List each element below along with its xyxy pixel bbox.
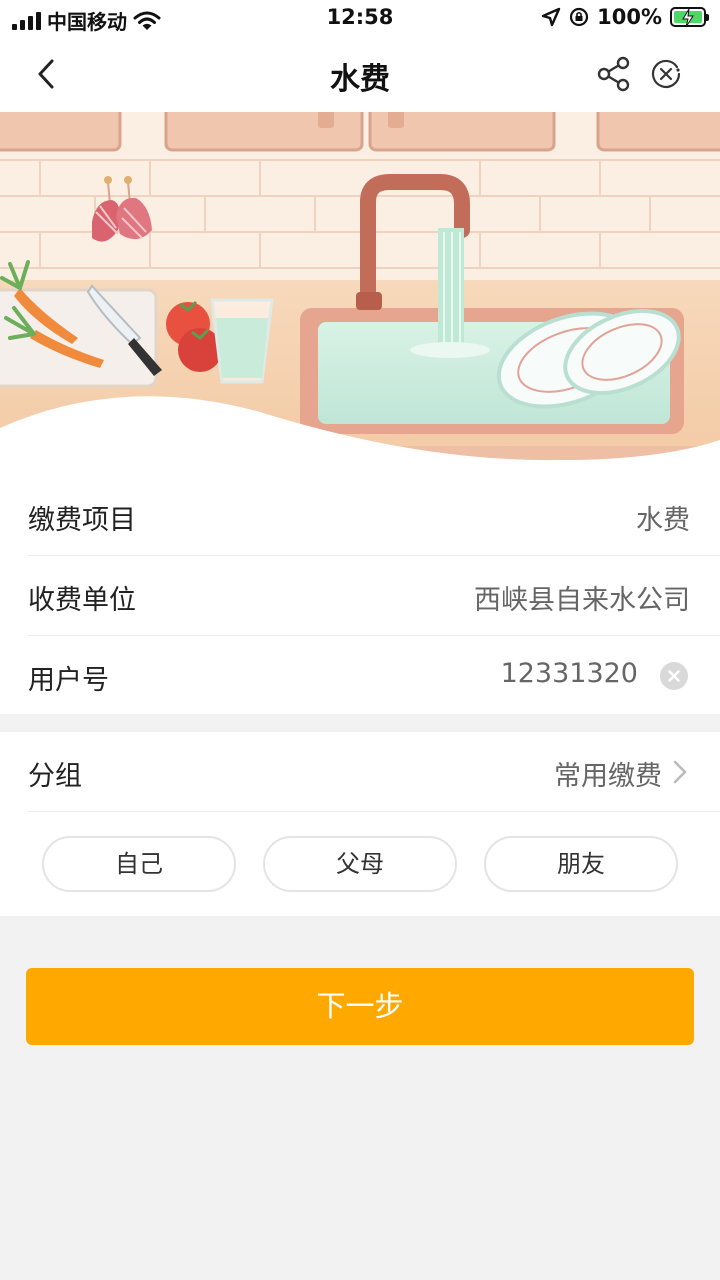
payment-info-card: 缴费项目 水费 收费单位 西峡县自来水公司 用户号 12331320: [0, 476, 720, 714]
group-chips: 自己 父母 朋友: [42, 836, 678, 892]
group-value: 常用缴费: [554, 761, 662, 792]
carrier-name: 中国移动: [47, 10, 127, 34]
account-number-input[interactable]: 12331320: [501, 658, 638, 689]
chip-friends[interactable]: 朋友: [484, 836, 678, 892]
payee-value: 西峡县自来水公司: [474, 585, 690, 616]
kitchen-sink-illustration: [0, 112, 720, 476]
next-step-button[interactable]: 下一步: [26, 968, 694, 1045]
nav-bar: 水费: [0, 36, 720, 112]
close-icon[interactable]: [650, 58, 682, 90]
battery-percent: 100%: [597, 5, 662, 29]
group-card: 分组 常用缴费 自己 父母 朋友: [0, 732, 720, 916]
group-label: 分组: [28, 761, 82, 792]
payment-item-label: 缴费项目: [28, 505, 136, 536]
location-icon: [541, 7, 561, 27]
payment-item-row: 缴费项目 水费: [28, 476, 720, 556]
chevron-right-icon: [673, 760, 687, 784]
account-number-label: 用户号: [28, 665, 109, 696]
status-bar: 中国移动 12:58 100%: [0, 0, 720, 36]
account-number-row: 用户号 12331320: [28, 636, 720, 716]
status-right: 100%: [541, 5, 709, 29]
status-left: 中国移动: [12, 6, 161, 35]
group-row[interactable]: 分组 常用缴费: [28, 732, 720, 812]
rotation-lock-icon: [570, 7, 589, 27]
wifi-icon: [133, 11, 161, 30]
battery-charging-icon: [670, 7, 709, 28]
clear-input-icon[interactable]: [660, 662, 688, 690]
chip-self[interactable]: 自己: [42, 836, 236, 892]
chip-parents[interactable]: 父母: [263, 836, 457, 892]
payee-label: 收费单位: [28, 585, 136, 616]
share-icon[interactable]: [596, 56, 632, 92]
signal-icon: [12, 11, 41, 30]
payment-item-value: 水费: [636, 505, 690, 536]
payee-row: 收费单位 西峡县自来水公司: [28, 556, 720, 636]
